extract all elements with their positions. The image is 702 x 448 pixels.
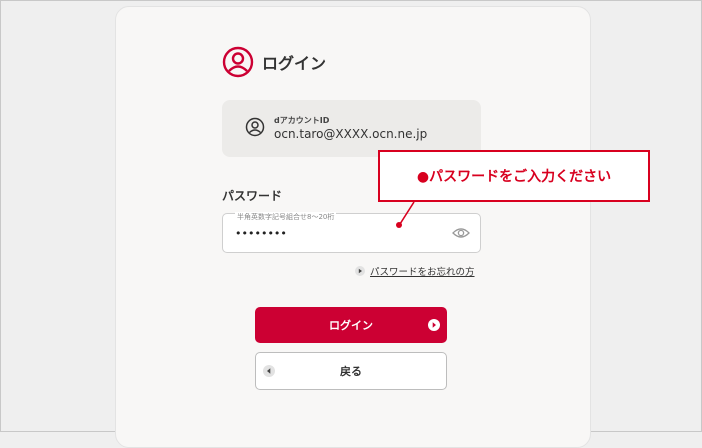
- forgot-password-link[interactable]: パスワードをお忘れの方: [355, 264, 475, 278]
- arrow-left-icon: [263, 365, 275, 377]
- callout-text: ●パスワードをご入力ください: [416, 169, 612, 185]
- page-title: ログイン: [262, 54, 327, 73]
- password-value[interactable]: ••••••••: [235, 227, 287, 240]
- eye-icon[interactable]: [452, 226, 470, 240]
- password-field[interactable]: 半角英数字記号組合せ8〜20桁 ••••••••: [222, 212, 481, 253]
- login-button[interactable]: ログイン: [255, 307, 447, 343]
- page-header: ログイン: [222, 46, 326, 78]
- user-circle-icon: [222, 46, 254, 78]
- instruction-callout: ●パスワードをご入力ください: [378, 150, 650, 202]
- password-label: パスワード: [222, 189, 283, 203]
- login-button-label: ログイン: [329, 319, 373, 332]
- password-hint: 半角英数字記号組合せ8〜20桁: [235, 212, 337, 222]
- back-button-label: 戻る: [340, 365, 362, 378]
- play-circle-icon: [355, 266, 365, 276]
- account-user-icon: [245, 117, 265, 137]
- account-id-value: ocn.taro@XXXX.ocn.ne.jp: [274, 127, 428, 141]
- account-id-label: dアカウントID: [274, 116, 330, 125]
- account-id-panel: dアカウントID ocn.taro@XXXX.ocn.ne.jp: [222, 100, 481, 157]
- back-button[interactable]: 戻る: [255, 352, 447, 390]
- arrow-right-icon: [428, 319, 440, 331]
- forgot-password-text[interactable]: パスワードをお忘れの方: [370, 264, 475, 278]
